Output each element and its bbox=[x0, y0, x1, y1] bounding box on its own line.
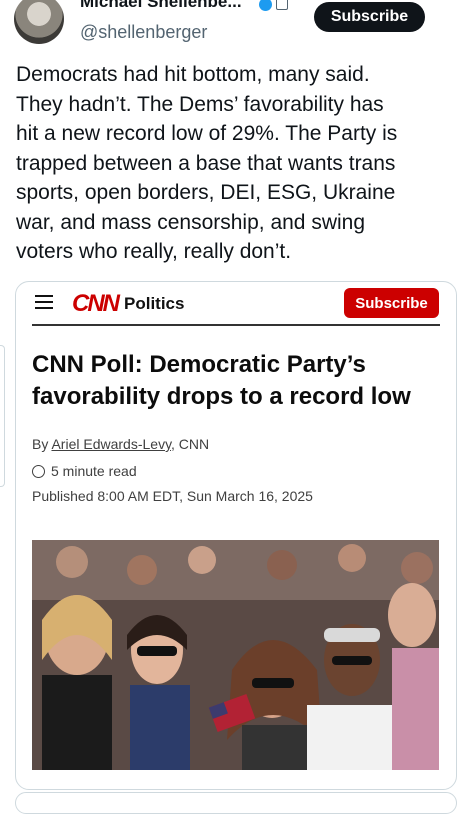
read-time-label: 5 minute read bbox=[51, 463, 137, 479]
verified-badge-icon bbox=[259, 0, 272, 11]
article-headline: CNN Poll: Democratic Party’s favorabilit… bbox=[32, 351, 411, 410]
author-link[interactable]: Ariel Edwards-Levy bbox=[51, 436, 171, 452]
cnn-subscribe-button[interactable]: Subscribe bbox=[344, 288, 439, 318]
crowd-photo bbox=[32, 540, 439, 770]
article-photo bbox=[32, 540, 439, 770]
side-handle bbox=[0, 345, 5, 487]
published-date: Published 8:00 AM EDT, Sun March 16, 202… bbox=[32, 488, 313, 504]
next-card-edge bbox=[15, 792, 457, 814]
cnn-logo[interactable]: CNN bbox=[72, 290, 120, 318]
hamburger-icon[interactable] bbox=[35, 295, 53, 309]
section-name[interactable]: Politics bbox=[124, 294, 184, 314]
byline-prefix: By bbox=[32, 436, 52, 452]
display-name[interactable]: Michael Shellenbe... bbox=[80, 0, 242, 12]
cnn-header: CNN Politics Subscribe bbox=[16, 282, 456, 326]
post-header: Michael Shellenbe... @shellenberger Subs… bbox=[0, 0, 469, 52]
article-screenshot-card[interactable]: CNN Politics Subscribe CNN Poll: Democra… bbox=[15, 281, 457, 790]
byline: By Ariel Edwards-Levy, CNN bbox=[32, 436, 209, 452]
user-handle[interactable]: @shellenberger bbox=[80, 22, 207, 43]
post-text: Democrats had hit bottom, many said. The… bbox=[16, 63, 398, 263]
clock-icon bbox=[32, 465, 45, 478]
affiliation-icon bbox=[276, 0, 288, 10]
byline-suffix: , CNN bbox=[171, 436, 210, 452]
subscribe-button[interactable]: Subscribe bbox=[314, 2, 425, 32]
header-divider bbox=[32, 324, 440, 326]
read-time: 5 minute read bbox=[32, 463, 137, 479]
avatar[interactable] bbox=[14, 0, 64, 44]
